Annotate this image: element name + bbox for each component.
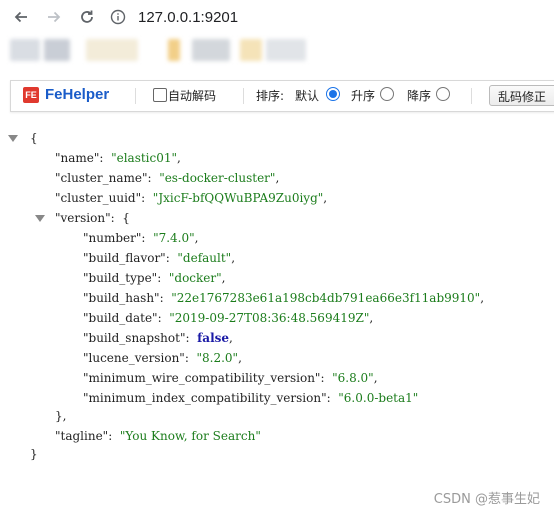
json-key: "build_flavor" (83, 251, 166, 265)
blurred-bookmark[interactable] (240, 39, 262, 61)
json-key: "build_hash" (83, 291, 160, 305)
fehelper-title[interactable]: FeHelper (45, 86, 109, 103)
divider (471, 88, 472, 104)
fix-garbled-button[interactable]: 乱码修正 (489, 85, 554, 106)
reload-icon (81, 10, 93, 23)
json-key: "minimum_index_compatibility_version" (83, 391, 327, 405)
json-key: "build_date" (83, 311, 158, 325)
sort-label: 排序: (256, 89, 285, 103)
fehelper-toolbar: FE FeHelper 自动解码 排序: 默认 升序 降序 乱码修正 (10, 80, 554, 112)
blurred-bookmark[interactable] (168, 39, 180, 61)
json-key: "minimum_wire_compatibility_version" (83, 371, 321, 385)
auto-decode-checkbox[interactable] (153, 88, 167, 102)
json-string-value: "2019-09-27T08:36:48.569419Z" (169, 311, 370, 325)
json-row-version: "version": { (55, 211, 130, 225)
json-string-value: "6.0.0-beta1" (338, 391, 419, 405)
auto-decode-label[interactable]: 自动解码 (168, 87, 216, 104)
json-boolean-value: false (197, 331, 230, 345)
json-string-value: "elastic01" (111, 151, 178, 165)
reload-button[interactable] (78, 8, 96, 26)
collapse-triangle-icon[interactable] (8, 135, 18, 142)
punctuation: }, (55, 409, 67, 423)
json-row-build-date: "build_date": "2019-09-27T08:36:48.56941… (83, 311, 374, 325)
json-key: "lucene_version" (83, 351, 185, 365)
json-row-lucene-version: "lucene_version": "8.2.0", (83, 351, 242, 365)
json-row-min-index: "minimum_index_compatibility_version": "… (83, 391, 419, 405)
divider (135, 88, 136, 104)
json-string-value: "8.2.0" (196, 351, 239, 365)
divider (243, 88, 244, 104)
json-key: "cluster_name" (55, 171, 148, 185)
json-key: "build_snapshot" (83, 331, 186, 345)
json-row-build-flavor: "build_flavor": "default", (83, 251, 236, 265)
url-text[interactable]: 127.0.0.1:9201 (138, 9, 238, 26)
json-string-value: "es-docker-cluster" (159, 171, 276, 185)
sort-default-label[interactable]: 默认 (295, 87, 319, 104)
bookmarks-bar (0, 34, 554, 64)
json-key: "name" (55, 151, 100, 165)
watermark: CSDN @惹事生妃 (433, 492, 540, 507)
json-string-value: "docker" (168, 271, 222, 285)
json-row-name: "name": "elastic01", (55, 151, 181, 165)
blurred-bookmark[interactable] (266, 39, 306, 61)
blurred-bookmark[interactable] (10, 39, 40, 61)
sort-desc-label[interactable]: 降序 (407, 87, 431, 104)
json-key: "cluster_uuid" (55, 191, 142, 205)
json-row-build-snapshot: "build_snapshot": false, (83, 331, 233, 345)
address-bar[interactable]: 127.0.0.1:9201 (110, 5, 530, 29)
back-arrow-icon (14, 11, 27, 23)
json-row-cluster-uuid: "cluster_uuid": "JxicF-bfQQWuBPA9Zu0iyg"… (55, 191, 328, 205)
sort-desc-radio[interactable] (436, 87, 450, 101)
forward-arrow-icon (48, 11, 61, 23)
sort-asc-radio[interactable] (380, 87, 394, 101)
info-icon[interactable] (110, 9, 126, 25)
fehelper-logo-icon: FE (23, 87, 39, 103)
back-button[interactable] (12, 8, 30, 26)
json-row-build-type: "build_type": "docker", (83, 271, 226, 285)
json-row-number: "number": "7.4.0", (83, 231, 199, 245)
collapse-triangle-icon[interactable] (35, 215, 45, 222)
json-close-brace: } (30, 444, 38, 464)
json-row-tagline: "tagline": "You Know, for Search" (55, 429, 261, 443)
blurred-bookmark[interactable] (192, 39, 230, 61)
json-string-value: "default" (177, 251, 232, 265)
blurred-bookmark[interactable] (86, 39, 138, 61)
json-string-value: "7.4.0" (153, 231, 195, 245)
punctuation: } (30, 447, 38, 461)
json-open-brace: { (30, 128, 38, 148)
json-key: "tagline" (55, 429, 109, 443)
json-string-value: "22e1767283e61a198cb4db791ea66e3f11ab991… (171, 291, 481, 305)
json-key: "build_type" (83, 271, 158, 285)
json-string-value: "6.8.0" (332, 371, 374, 385)
blurred-bookmark[interactable] (44, 39, 70, 61)
browser-toolbar: 127.0.0.1:9201 (0, 0, 554, 34)
json-version-close: }, (55, 406, 66, 426)
forward-button[interactable] (45, 8, 63, 26)
json-key: "number" (83, 231, 142, 245)
json-string-value: "You Know, for Search" (119, 429, 261, 443)
sort-asc-label[interactable]: 升序 (351, 87, 375, 104)
json-row-cluster-name: "cluster_name": "es-docker-cluster", (55, 171, 280, 185)
punctuation: { (30, 131, 38, 145)
sort-default-radio[interactable] (326, 87, 340, 101)
json-string-value: "JxicF-bfQQWuBPA9Zu0iyg" (152, 191, 324, 205)
json-row-build-hash: "build_hash": "22e1767283e61a198cb4db791… (83, 291, 485, 305)
json-row-min-wire: "minimum_wire_compatibility_version": "6… (83, 371, 378, 385)
json-key: "version" (55, 211, 111, 225)
